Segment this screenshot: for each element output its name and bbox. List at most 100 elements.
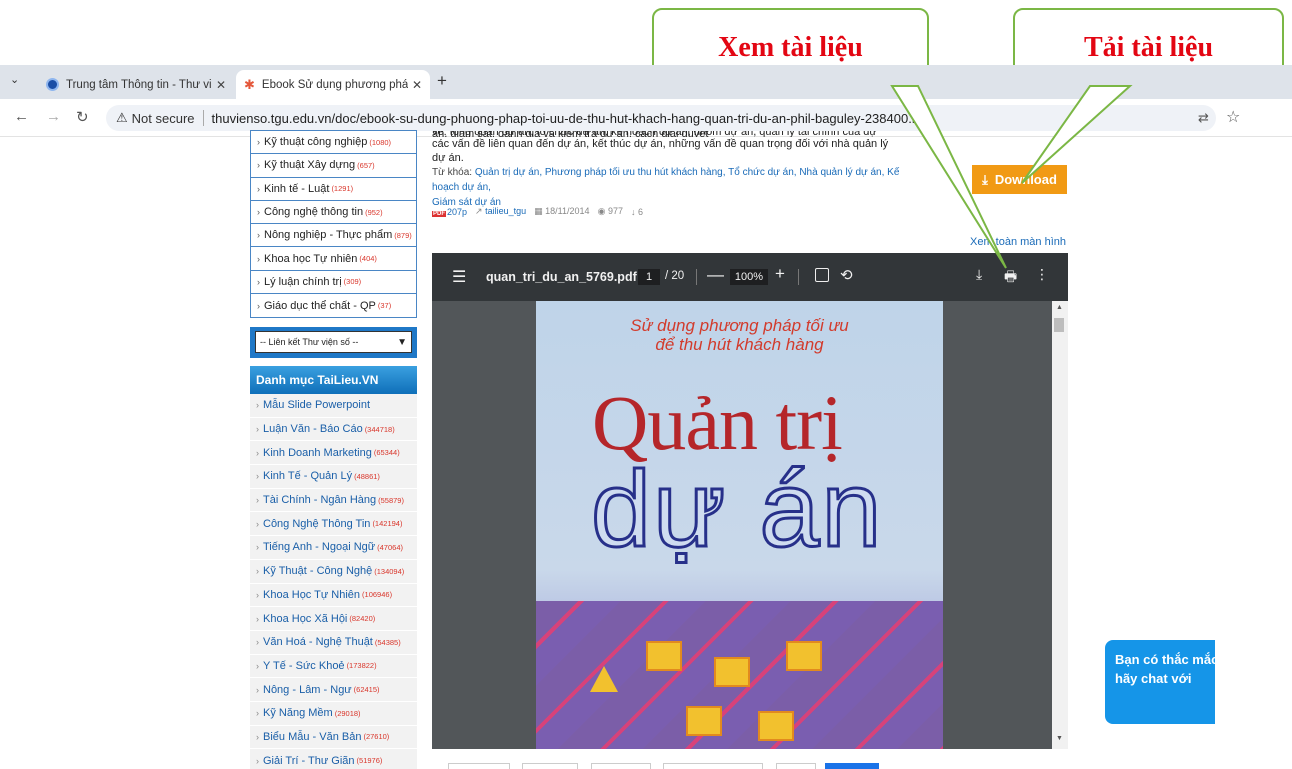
library-link-select[interactable]: -- Liên kết Thư viện số -- ▼ bbox=[255, 331, 412, 353]
print-icon[interactable]: 🖶 bbox=[1004, 266, 1017, 290]
pagination-button[interactable] bbox=[776, 763, 816, 769]
tailieu-category-item[interactable]: › Tài Chính - Ngân Hàng (55879) bbox=[250, 489, 417, 513]
category-count: (82420) bbox=[349, 614, 376, 624]
tailieu-category-item[interactable]: › Khoa Học Xã Hội (82420) bbox=[250, 607, 417, 631]
category-label: Kỹ thuật Xây dựng bbox=[264, 159, 356, 172]
tailieu-category-item[interactable]: › Công Nghệ Thông Tin (142194) bbox=[250, 512, 417, 537]
eye-icon: ◉ bbox=[597, 206, 606, 216]
category-count: (54385) bbox=[374, 637, 401, 647]
tailieu-category-item[interactable]: › Y Tế - Sức Khoẻ (173822) bbox=[250, 655, 417, 679]
chevron-right-icon: › bbox=[256, 589, 259, 600]
chevron-right-icon: › bbox=[256, 731, 259, 742]
description-line: các vấn đề liên quan đến dự án, kết thúc… bbox=[432, 138, 889, 164]
forward-arrow-icon[interactable]: → bbox=[46, 108, 61, 125]
calendar-icon: ▦ bbox=[534, 206, 543, 216]
uploader[interactable]: ↗ tailieu_tgu bbox=[475, 206, 526, 217]
sidebar-category-item[interactable]: › Công nghệ thông tin (952) bbox=[251, 201, 416, 225]
url-text: thuvienso.tgu.edu.vn/doc/ebook-su-dung-p… bbox=[211, 110, 920, 126]
more-options-icon[interactable]: ⋮ bbox=[1035, 266, 1049, 283]
close-tab-icon[interactable]: ✕ bbox=[216, 78, 226, 92]
tailieu-category-item[interactable]: › Nông - Lâm - Ngư (62415) bbox=[250, 678, 417, 702]
cover-graphic bbox=[686, 706, 722, 736]
category-label: Tiếng Anh - Ngoại Ngữ bbox=[263, 541, 376, 554]
tailieu-category-item[interactable]: › Mẫu Slide Powerpoint bbox=[250, 394, 417, 418]
sidebar-category-item[interactable]: › Lý luận chính trị (309) bbox=[251, 271, 416, 295]
address-bar[interactable]: ⚠ Not secure thuvienso.tgu.edu.vn/doc/eb… bbox=[106, 105, 1216, 131]
date-value: 18/11/2014 bbox=[545, 206, 590, 216]
tab-library[interactable]: Trung tâm Thông tin - Thư viện ✕ bbox=[38, 70, 234, 99]
new-tab-plus-icon[interactable]: + bbox=[437, 71, 447, 91]
category-count: (173822) bbox=[346, 661, 377, 671]
translate-icon[interactable]: ⇄ bbox=[1198, 110, 1209, 126]
bookmark-star-icon[interactable]: ☆ bbox=[1226, 107, 1240, 127]
uploader-name: tailieu_tgu bbox=[485, 206, 527, 216]
close-tab-icon[interactable]: ✕ bbox=[412, 78, 422, 92]
sidebar-category-item[interactable]: › Khoa học Tự nhiên (404) bbox=[251, 247, 416, 271]
library-category-list: › Kỹ thuật công nghiệp (1080) › Kỹ thuật Xây… bbox=[250, 130, 417, 319]
page-number-input[interactable]: 1 bbox=[638, 269, 660, 285]
tailieu-favicon-icon: ✱ bbox=[244, 76, 255, 92]
upload-date: ▦ 18/11/2014 bbox=[534, 206, 589, 217]
menu-icon[interactable]: ☰ bbox=[452, 267, 466, 287]
zoom-level-input[interactable]: 100% bbox=[730, 269, 768, 285]
pagination-button[interactable] bbox=[448, 763, 510, 769]
tailieu-category-item[interactable]: › Kỹ Thuật - Công Nghệ (134094) bbox=[250, 560, 417, 584]
chat-widget[interactable]: Bạn có thắc mắc hãy chat với bbox=[1105, 640, 1215, 724]
tab-search-chevron-down-icon[interactable]: ⌄ bbox=[10, 73, 19, 86]
sidebar-category-item[interactable]: › Giáo dục thể chất - QP (37) bbox=[251, 294, 416, 317]
tailieu-category-item[interactable]: › Luận Văn - Báo Cáo (344718) bbox=[250, 418, 417, 442]
tab-ebook[interactable]: ✱ Ebook Sử dụng phương pháp t ✕ bbox=[236, 70, 430, 99]
divider bbox=[202, 110, 204, 126]
tailieu-category-item[interactable]: › Kinh Tế - Quản Lý (48861) bbox=[250, 465, 417, 489]
zoom-out-icon[interactable]: — bbox=[707, 265, 724, 285]
tailieu-category-item[interactable]: › Kinh Doanh Marketing (65344) bbox=[250, 441, 417, 466]
scrollbar-thumb[interactable] bbox=[1054, 318, 1064, 332]
tab-strip: Trung tâm Thông tin - Thư viện ✕ ✱ Ebook… bbox=[0, 65, 1292, 99]
pagination-button[interactable] bbox=[522, 763, 578, 769]
tailieu-category-item[interactable]: › Khoa Học Tự Nhiên (106946) bbox=[250, 584, 417, 608]
rotate-icon[interactable]: ⟲ bbox=[840, 266, 853, 284]
sidebar-category-item[interactable]: › Nông nghiệp - Thực phẩm (879) bbox=[251, 224, 416, 248]
chevron-right-icon: › bbox=[257, 137, 260, 148]
keywords-links[interactable]: Quản trị dự án, Phương pháp tối ưu thu h… bbox=[432, 167, 899, 193]
scroll-down-icon[interactable]: ▼ bbox=[1056, 735, 1063, 742]
chevron-right-icon: › bbox=[256, 708, 259, 719]
category-label: Luận Văn - Báo Cáo bbox=[263, 423, 363, 436]
pdf-scrollbar[interactable]: ▲ ▼ bbox=[1052, 301, 1068, 749]
category-label: Kỹ Thuật - Công Nghệ bbox=[263, 565, 373, 578]
download-button[interactable]: ⤓ Download bbox=[972, 165, 1067, 194]
cover-graphic bbox=[786, 641, 822, 671]
category-label: Tài Chính - Ngân Hàng bbox=[263, 494, 377, 507]
sidebar-category-item[interactable]: › Kinh tế - Luật (1291) bbox=[251, 178, 416, 201]
category-count: (142194) bbox=[372, 519, 403, 529]
fit-page-icon[interactable] bbox=[815, 268, 829, 282]
tailieu-category-item[interactable]: › Văn Hoá - Nghệ Thuật (54385) bbox=[250, 631, 417, 655]
reload-icon[interactable]: ↻ bbox=[76, 108, 89, 126]
pagination-button[interactable] bbox=[663, 763, 763, 769]
category-label: Kinh tế - Luật bbox=[264, 182, 330, 195]
tailieu-category-item[interactable]: › Biểu Mẫu - Văn Bản (27610) bbox=[250, 726, 417, 750]
fullscreen-link[interactable]: Xem toàn màn hình bbox=[970, 236, 1066, 248]
tailieu-category-item[interactable]: › Giải Trí - Thư Giãn (51976) bbox=[250, 749, 417, 769]
category-count: (29018) bbox=[334, 708, 361, 718]
chevron-right-icon: › bbox=[256, 613, 259, 624]
scroll-up-icon[interactable]: ▲ bbox=[1056, 304, 1063, 311]
page-total: / 20 bbox=[665, 270, 685, 282]
sidebar-category-item[interactable]: › Kỹ thuật Xây dựng (657) bbox=[251, 154, 416, 178]
pdf-download-icon[interactable]: ⤓ bbox=[976, 266, 982, 283]
zoom-in-icon[interactable]: + bbox=[775, 264, 785, 284]
tailieu-category-item[interactable]: › Tiếng Anh - Ngoại Ngữ (47064) bbox=[250, 536, 417, 560]
tailieu-category-item[interactable]: › Kỹ Năng Mềm (29018) bbox=[250, 702, 417, 726]
pagination-button[interactable] bbox=[591, 763, 651, 769]
category-count: (404) bbox=[359, 254, 377, 264]
pagination-button[interactable] bbox=[825, 763, 879, 769]
sidebar-category-item[interactable]: › Kỹ thuật công nghiệp (1080) bbox=[251, 131, 416, 155]
category-count: (344718) bbox=[364, 424, 395, 434]
document-meta: PDF 207p ↗ tailieu_tgu ▦ 18/11/2014 ◉ 977… bbox=[432, 206, 643, 217]
category-label: Khoa Học Xã Hội bbox=[263, 612, 348, 625]
back-arrow-icon[interactable]: ← bbox=[14, 108, 29, 125]
tab-label: Ebook Sử dụng phương pháp t bbox=[261, 78, 408, 91]
category-label: Kinh Doanh Marketing bbox=[263, 446, 372, 459]
category-count: (62415) bbox=[353, 685, 380, 695]
library-favicon-icon bbox=[46, 78, 59, 91]
